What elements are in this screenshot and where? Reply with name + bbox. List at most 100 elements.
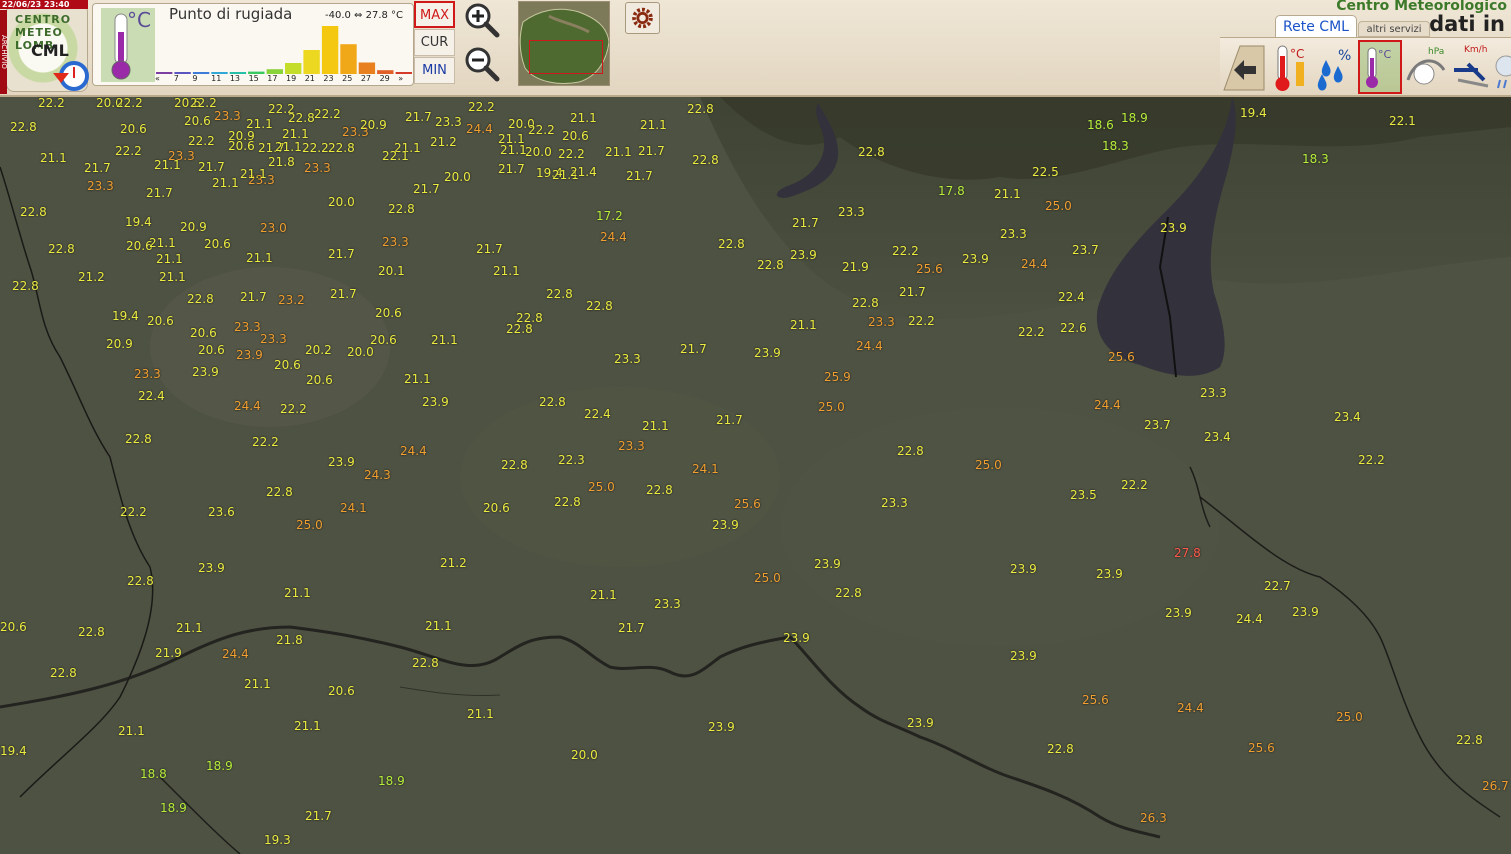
station-value[interactable]: 23.3 [614, 353, 641, 365]
station-value[interactable]: 24.3 [364, 469, 391, 481]
cml-logo[interactable]: CENTRO METEO LOMB CML [6, 4, 89, 92]
station-value[interactable]: 21.1 [640, 119, 667, 131]
station-value[interactable]: 21.7 [330, 288, 357, 300]
station-value[interactable]: 22.8 [858, 146, 885, 158]
station-value[interactable]: 22.8 [554, 496, 581, 508]
station-value[interactable]: 20.0 [571, 749, 598, 761]
station-value[interactable]: 21.7 [498, 163, 525, 175]
station-value[interactable]: 26.7 [1482, 780, 1509, 792]
station-value[interactable]: 25.9 [824, 371, 851, 383]
station-value[interactable]: 20.6 [370, 334, 397, 346]
zoom-in-icon[interactable] [464, 2, 500, 38]
station-value[interactable]: 23.9 [814, 558, 841, 570]
station-value[interactable]: 22.2 [280, 403, 307, 415]
station-value[interactable]: 22.8 [266, 486, 293, 498]
station-value[interactable]: 25.0 [296, 519, 323, 531]
station-value[interactable]: 21.1 [212, 177, 239, 189]
station-value[interactable]: 18.6 [1087, 119, 1114, 131]
station-value[interactable]: 22.8 [852, 297, 879, 309]
station-value[interactable]: 23.3 [838, 206, 865, 218]
station-value[interactable]: 23.9 [236, 349, 263, 361]
station-value[interactable]: 21.1 [425, 620, 452, 632]
station-value[interactable]: 22.8 [288, 112, 315, 124]
station-value[interactable]: 22.1 [382, 150, 409, 162]
station-value[interactable]: 23.3 [382, 236, 409, 248]
station-value[interactable]: 22.8 [897, 445, 924, 457]
station-value[interactable]: 25.0 [818, 401, 845, 413]
station-value[interactable]: 22.8 [757, 259, 784, 271]
temperature-icon[interactable]: °C [1268, 40, 1312, 94]
station-value[interactable]: 20.0 [444, 171, 471, 183]
station-value[interactable]: 22.8 [546, 288, 573, 300]
station-value[interactable]: 21.7 [413, 183, 440, 195]
station-value[interactable]: 22.4 [138, 390, 165, 402]
station-value[interactable]: 18.9 [160, 802, 187, 814]
station-value[interactable]: 22.2 [116, 97, 143, 109]
station-value[interactable]: 22.2 [892, 245, 919, 257]
station-value[interactable]: 21.1 [176, 622, 203, 634]
station-value[interactable]: 20.6 [375, 307, 402, 319]
station-value[interactable]: 18.9 [206, 760, 233, 772]
station-value[interactable]: 22.8 [10, 121, 37, 133]
station-value[interactable]: 18.9 [1121, 112, 1148, 124]
station-value[interactable]: 22.2 [115, 145, 142, 157]
station-value[interactable]: 21.7 [899, 286, 926, 298]
station-value[interactable]: 21.1 [118, 725, 145, 737]
station-value[interactable]: 23.9 [754, 347, 781, 359]
station-value[interactable]: 23.7 [1144, 419, 1171, 431]
station-value[interactable]: 22.2 [468, 101, 495, 113]
station-value[interactable]: 22.8 [692, 154, 719, 166]
station-value[interactable]: 21.1 [40, 152, 67, 164]
station-value[interactable]: 17.2 [596, 210, 623, 222]
station-value[interactable]: 22.8 [127, 575, 154, 587]
station-value[interactable]: 20.1 [378, 265, 405, 277]
station-value[interactable]: 21.7 [626, 170, 653, 182]
station-value[interactable]: 21.7 [405, 111, 432, 123]
pressure-icon[interactable]: hPa [1404, 40, 1448, 94]
station-value[interactable]: 20.2 [305, 344, 332, 356]
station-value[interactable]: 21.1 [493, 265, 520, 277]
station-value[interactable]: 22.8 [718, 238, 745, 250]
station-value[interactable]: 21.1 [994, 188, 1021, 200]
tab-rete-cml[interactable]: Rete CML [1275, 15, 1357, 37]
station-value[interactable]: 24.1 [340, 502, 367, 514]
station-value[interactable]: 23.9 [712, 519, 739, 531]
station-value[interactable]: 23.9 [962, 253, 989, 265]
station-value[interactable]: 20.0 [525, 146, 552, 158]
station-value[interactable]: 22.2 [120, 506, 147, 518]
station-value[interactable]: 23.9 [1096, 568, 1123, 580]
station-value[interactable]: 22.2 [908, 315, 935, 327]
station-value[interactable]: 20.6 [184, 115, 211, 127]
zoom-out-icon[interactable] [464, 46, 500, 82]
station-value[interactable]: 23.2 [278, 294, 305, 306]
station-value[interactable]: 21.7 [680, 343, 707, 355]
station-value[interactable]: 21.1 [156, 253, 183, 265]
station-value[interactable]: 24.4 [1021, 258, 1048, 270]
station-value[interactable]: 22.8 [78, 626, 105, 638]
station-value[interactable]: 20.0 [347, 346, 374, 358]
station-value[interactable]: 22.8 [586, 300, 613, 312]
station-value[interactable]: 25.6 [916, 263, 943, 275]
station-value[interactable]: 20.6 [228, 140, 255, 152]
station-value[interactable]: 21.1 [294, 720, 321, 732]
station-value[interactable]: 20.6 [274, 359, 301, 371]
station-value[interactable]: 21.1 [246, 252, 273, 264]
station-value[interactable]: 21.1 [404, 373, 431, 385]
station-value[interactable]: 21.1 [467, 708, 494, 720]
station-value[interactable]: 19.4 [0, 745, 27, 757]
station-value[interactable]: 25.0 [1336, 711, 1363, 723]
station-value[interactable]: 22.8 [412, 657, 439, 669]
station-value[interactable]: 21.1 [790, 319, 817, 331]
station-value[interactable]: 18.3 [1102, 140, 1129, 152]
station-value[interactable]: 23.3 [435, 116, 462, 128]
mode-cur-button[interactable]: CUR [414, 29, 455, 56]
station-value[interactable]: 22.2 [1358, 454, 1385, 466]
station-value[interactable]: 20.6 [562, 130, 589, 142]
station-value[interactable]: 23.9 [783, 632, 810, 644]
station-value[interactable]: 23.3 [868, 316, 895, 328]
station-value[interactable]: 19.4 [1240, 107, 1267, 119]
station-value[interactable]: 22.2 [528, 124, 555, 136]
station-value[interactable]: 23.3 [214, 110, 241, 122]
station-value[interactable]: 20.9 [106, 338, 133, 350]
station-value[interactable]: 19.3 [264, 834, 291, 846]
